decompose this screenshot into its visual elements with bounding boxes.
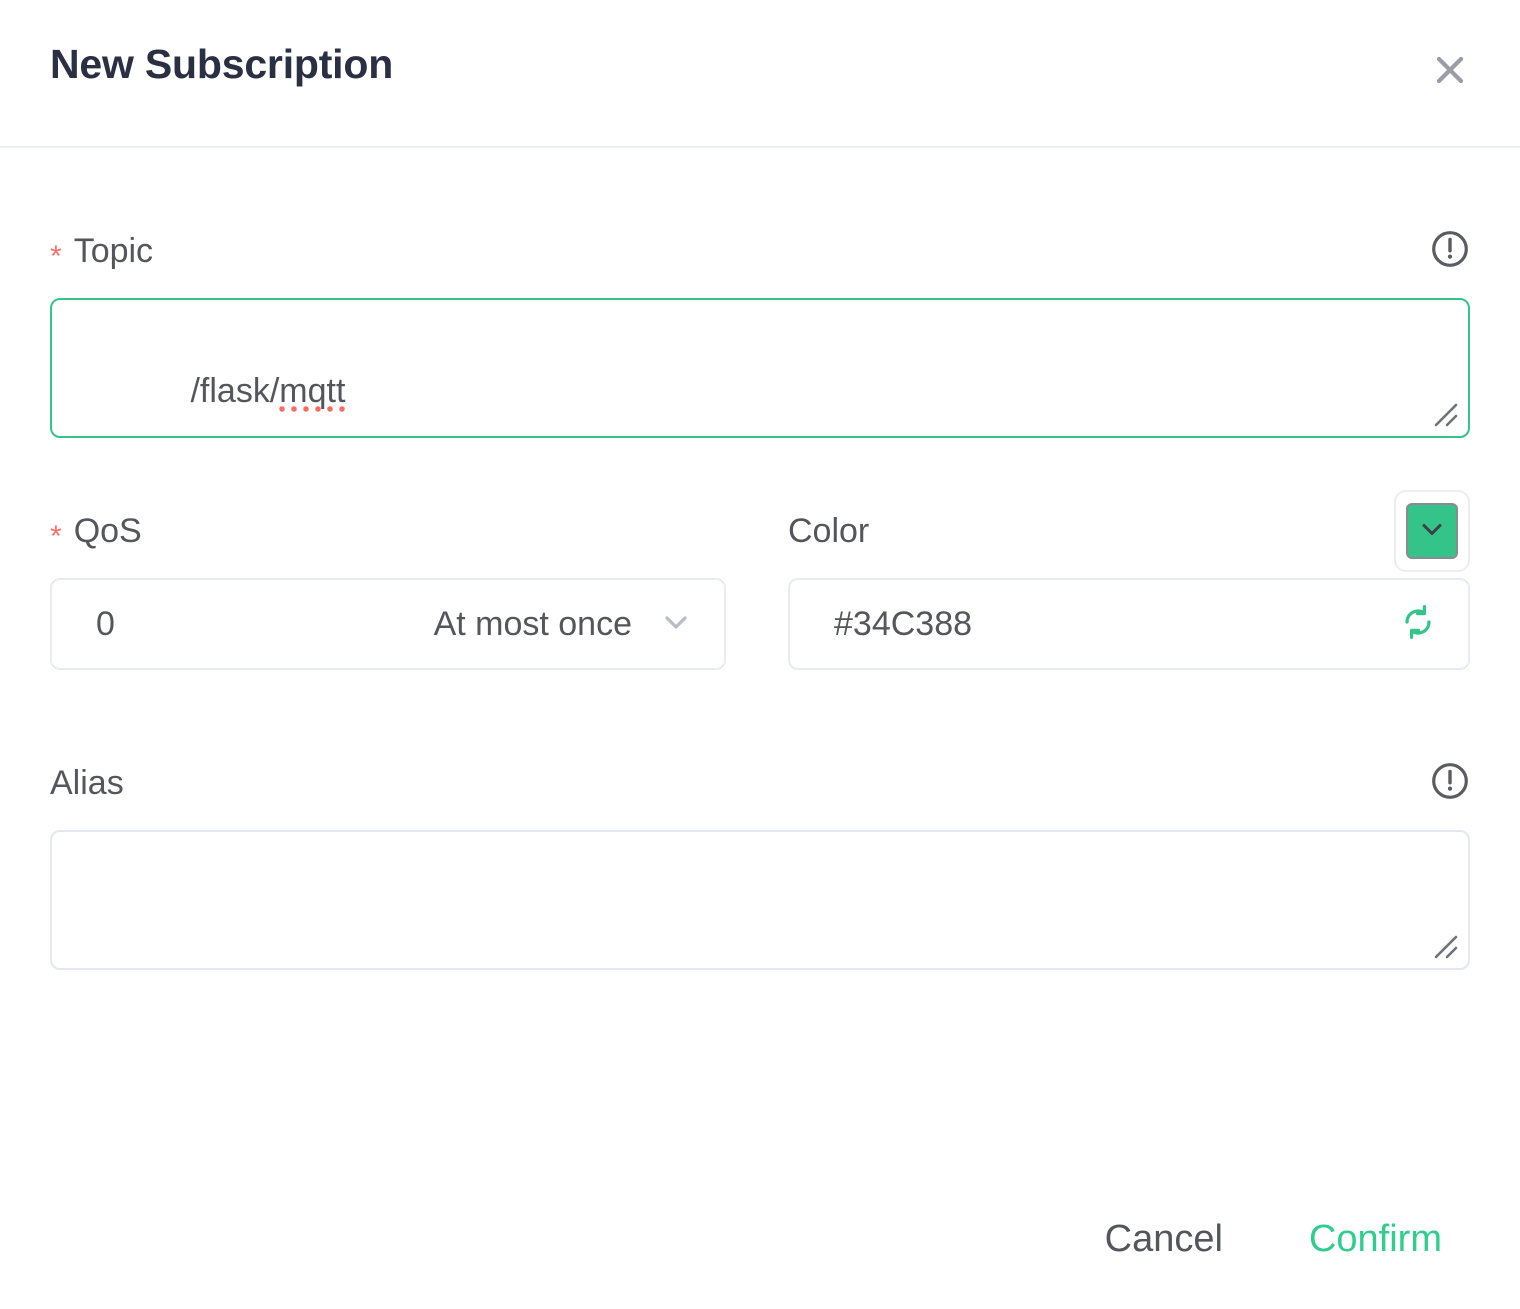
cancel-button[interactable]: Cancel [1105,1220,1223,1258]
topic-label: * Topic [50,232,154,272]
exclamation-circle-icon[interactable] [1430,229,1470,274]
qos-selected-description: At most once [433,605,632,643]
qos-label-text: QoS [73,512,142,550]
required-asterisk: * [50,240,62,273]
resize-handle-icon[interactable] [1431,932,1461,962]
dialog-footer: Cancel Confirm [0,1169,1520,1309]
qos-field-group: * QoS 0 At most once [50,510,726,670]
alias-label-row: Alias [50,762,1470,804]
refresh-icon [1398,602,1438,647]
color-swatch [1406,503,1458,559]
new-subscription-dialog: New Subscription * Topic /flask/mqtt * Q… [0,0,1520,1309]
alias-label: Alias [50,766,124,800]
color-label-row: Color [788,490,1470,572]
refresh-color-button[interactable] [1396,602,1440,646]
resize-handle-icon[interactable] [1431,400,1461,430]
qos-label-row: * QoS [50,510,726,552]
dialog-header: New Subscription [0,0,1520,148]
confirm-button[interactable]: Confirm [1309,1220,1442,1258]
alias-input[interactable] [50,830,1470,970]
qos-color-row: * QoS 0 At most once Color #34C388 [50,490,1470,670]
topic-value-misspelled: mqtt [279,371,346,414]
topic-label-row: * Topic [50,230,1470,272]
color-hex-input[interactable]: #34C388 [788,578,1470,670]
qos-select[interactable]: 0 At most once [50,578,726,670]
exclamation-circle-icon[interactable] [1430,761,1470,806]
qos-selected-value: 0 [96,605,115,643]
color-swatch-button[interactable] [1394,490,1470,572]
color-label-text: Color [788,512,870,550]
topic-value-prefix: /flask/ [190,371,280,410]
color-label: Color [788,514,869,548]
dialog-body: * Topic /flask/mqtt * QoS 0 At most once… [0,148,1520,1309]
close-icon [1428,48,1472,92]
required-asterisk: * [50,520,62,553]
qos-label: * QoS [50,512,142,552]
topic-label-text: Topic [73,232,154,270]
alias-field-group: Alias [50,762,1470,970]
color-hex-value: #34C388 [834,605,973,643]
color-field-group: Color #34C388 [788,490,1470,670]
column-gap [726,510,788,670]
chevron-down-icon [1415,512,1449,551]
topic-input-value: /flask/mqtt [96,330,346,452]
topic-field-group: * Topic /flask/mqtt [50,230,1470,438]
topic-input[interactable]: /flask/mqtt [50,298,1470,438]
chevron-down-icon [656,602,696,647]
close-button[interactable] [1428,48,1472,92]
alias-label-text: Alias [50,764,124,802]
page-title: New Subscription [50,41,394,87]
